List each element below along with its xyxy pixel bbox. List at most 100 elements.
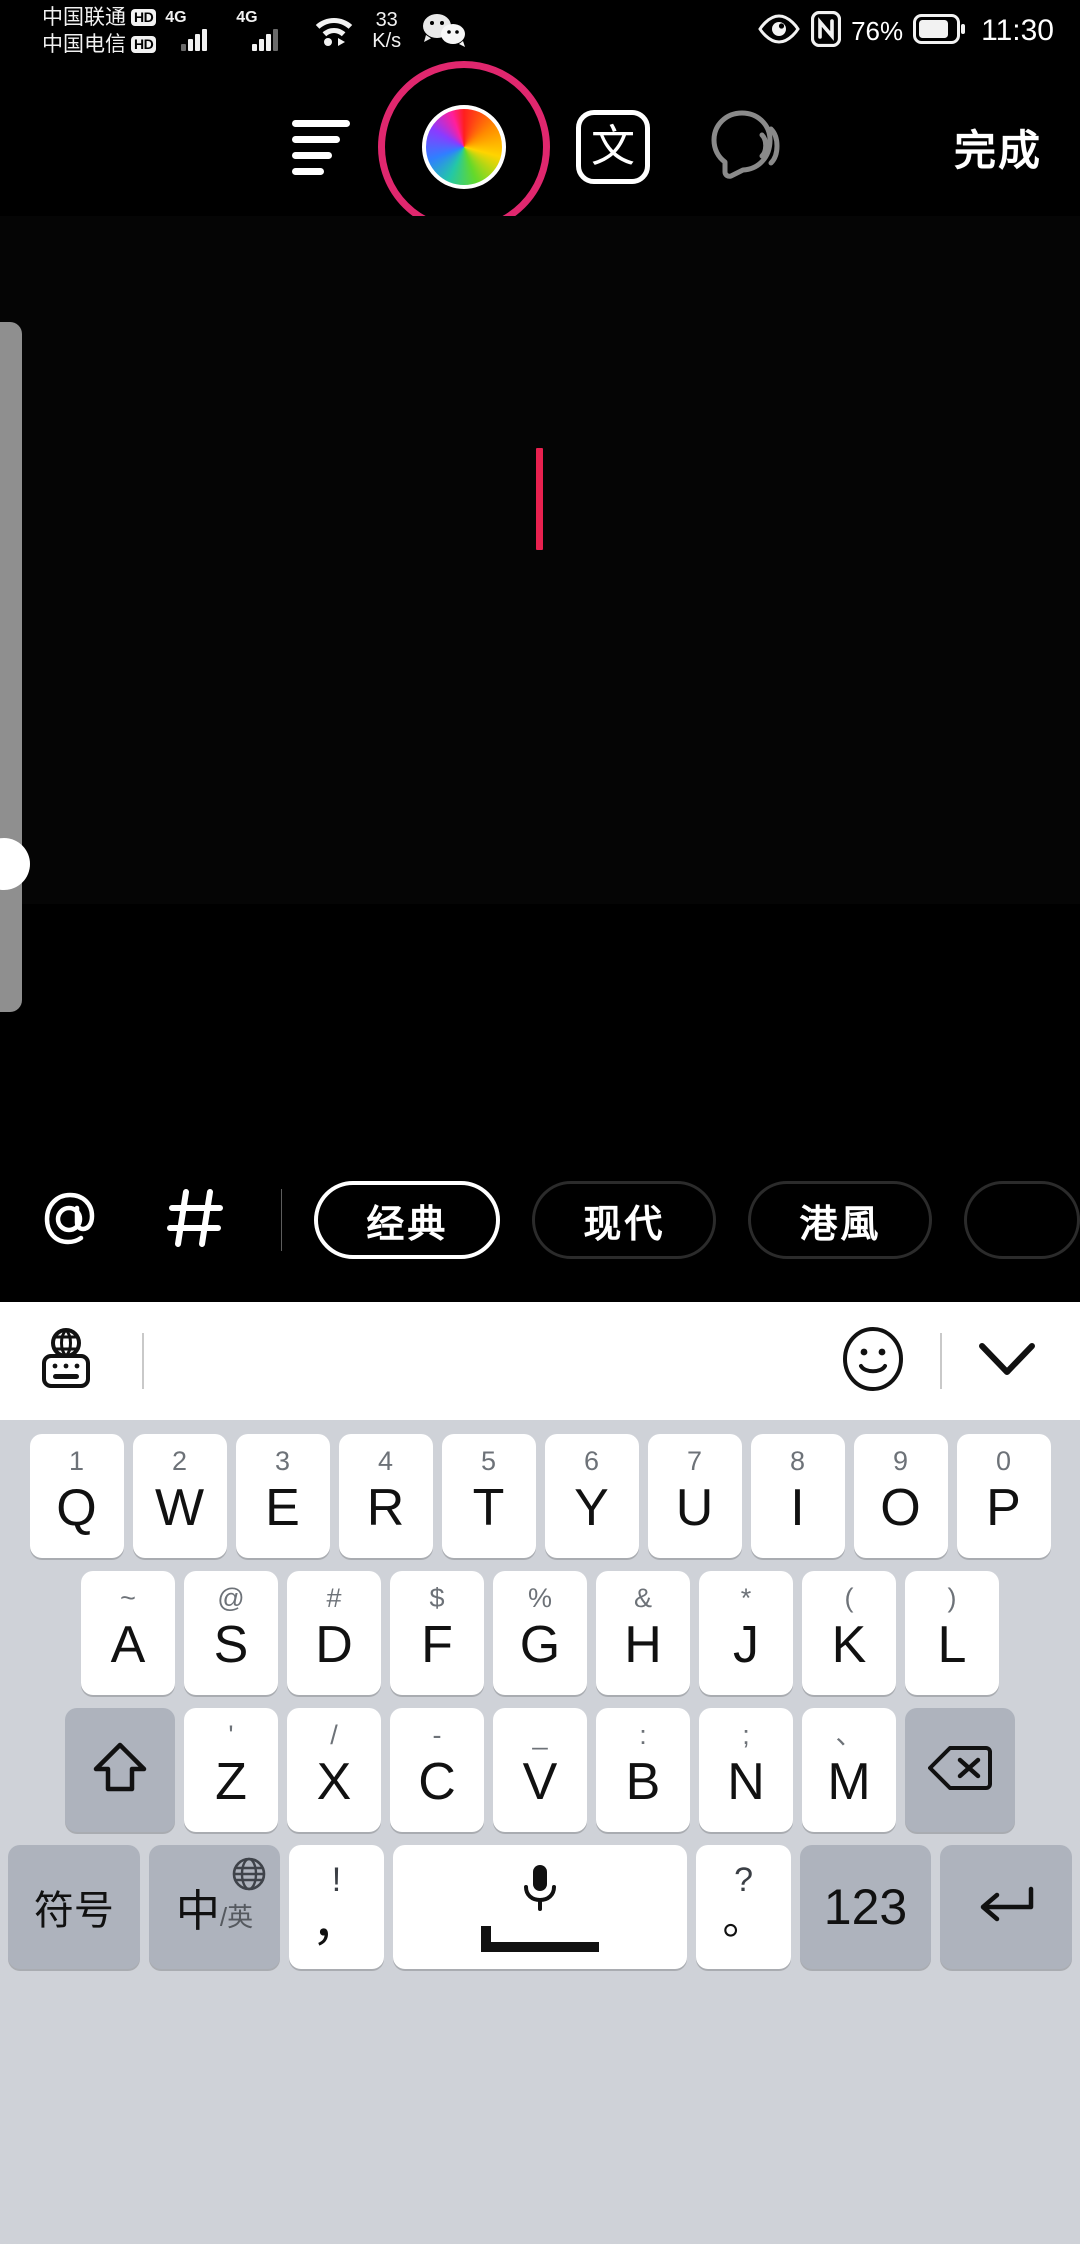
done-button[interactable]: 完成 <box>954 117 1042 178</box>
comma-key-label: ， <box>311 1895 362 1951</box>
style-pill-3-partial[interactable] <box>964 1181 1080 1259</box>
hashtag-button[interactable] <box>155 1174 236 1266</box>
symbols-key[interactable]: 符号 <box>8 1845 140 1969</box>
shift-key[interactable] <box>65 1708 175 1832</box>
key-sup: 8 <box>789 1446 806 1476</box>
key-q[interactable]: 1Q <box>29 1434 124 1558</box>
key-p[interactable]: 0P <box>956 1434 1051 1558</box>
keyboard-toolbar-divider-left <box>142 1333 144 1389</box>
keyboard-toolbar-divider-right <box>940 1333 942 1389</box>
enter-key[interactable] <box>940 1845 1072 1969</box>
signal-icon-2: 4G <box>236 9 298 53</box>
carrier-1-hd-badge: HD <box>131 9 157 26</box>
nfc-icon <box>810 10 842 52</box>
keyboard-row-2: ~ A @ S # D $ F % G & H * J (K ) L <box>0 1571 1080 1695</box>
key-u[interactable]: 7U <box>647 1434 742 1558</box>
globe-icon <box>232 1857 266 1896</box>
key-m[interactable]: 、 M <box>802 1708 896 1832</box>
style-pill-0-label: 经典 <box>366 1203 449 1246</box>
key-sup: 5 <box>480 1446 497 1476</box>
chevron-down-icon[interactable] <box>976 1338 1038 1385</box>
key-v[interactable]: _ V <box>493 1708 587 1832</box>
key-w[interactable]: 2W <box>132 1434 227 1558</box>
network-speed-value: 33 <box>375 9 398 31</box>
key-f[interactable]: $ F <box>390 1571 484 1695</box>
key-label: B <box>625 1753 661 1811</box>
keyboard-row-4: 符号 中/英 ! ， ? 。 123 <box>0 1845 1080 1969</box>
key-a[interactable]: ~ A <box>81 1571 175 1695</box>
text-align-button[interactable] <box>290 116 352 178</box>
space-underline <box>481 1925 599 1952</box>
key-x[interactable]: / X <box>287 1708 381 1832</box>
style-pill-0[interactable]: 经典 <box>314 1181 501 1259</box>
key-sup: ' <box>228 1720 234 1750</box>
key-label: F <box>421 1616 453 1674</box>
enter-icon <box>975 1883 1037 1932</box>
key-label: L <box>937 1616 967 1674</box>
key-b[interactable]: :B <box>596 1708 690 1832</box>
key-o[interactable]: 9O <box>853 1434 948 1558</box>
key-label: C <box>418 1753 456 1811</box>
language-switch-key[interactable]: 中/英 <box>148 1845 281 1969</box>
status-bar-clock: 11:30 <box>981 14 1054 47</box>
key-l[interactable]: ) L <box>905 1571 999 1695</box>
key-sup: _ <box>532 1720 548 1750</box>
key-sup: 7 <box>686 1446 703 1476</box>
style-bar: 经典 现代 港風 <box>0 1140 1080 1300</box>
carrier-labels: 中国联通 HD 中国电信 HD <box>42 5 157 58</box>
key-d[interactable]: # D <box>287 1571 381 1695</box>
row2-spacer-right <box>1008 1571 1042 1695</box>
key-sup: : <box>639 1720 647 1750</box>
key-h[interactable]: & H <box>596 1571 690 1695</box>
key-label: Q <box>56 1479 97 1537</box>
emoji-smiley-icon[interactable] <box>840 1326 906 1397</box>
key-j[interactable]: * J <box>699 1571 793 1695</box>
text-to-speech-button[interactable] <box>700 104 786 190</box>
space-key[interactable] <box>392 1845 688 1969</box>
key-s[interactable]: @ S <box>184 1571 278 1695</box>
wechat-icon <box>422 11 466 52</box>
text-style-button[interactable]: 文 <box>576 110 650 184</box>
key-e[interactable]: 3E <box>235 1434 330 1558</box>
color-picker-button[interactable] <box>378 61 550 233</box>
battery-icon <box>913 13 966 49</box>
period-key-label: 。 <box>722 1896 765 1943</box>
style-pill-2[interactable]: 港風 <box>748 1181 933 1259</box>
style-bar-divider <box>280 1189 283 1251</box>
key-z[interactable]: ' Z <box>184 1708 278 1832</box>
globe-keyboard-icon[interactable] <box>34 1326 98 1397</box>
key-t[interactable]: 5T <box>441 1434 536 1558</box>
symbols-key-label: 符号 <box>33 1889 114 1933</box>
numeric-key[interactable]: 123 <box>799 1845 932 1969</box>
key-sup: 2 <box>171 1446 188 1476</box>
key-c[interactable]: -C <box>390 1708 484 1832</box>
size-slider-track[interactable] <box>0 322 22 1012</box>
key-sup: / <box>330 1720 338 1750</box>
editor-toolbar: 文 完成 <box>0 61 1080 233</box>
keyboard-row-3: ' Z / X -C _ V :B ; N 、 M <box>0 1708 1080 1832</box>
key-sup: % <box>527 1583 553 1613</box>
key-label: A <box>110 1616 146 1674</box>
row2-spacer-left <box>38 1571 72 1695</box>
key-g[interactable]: % G <box>493 1571 587 1695</box>
style-pill-1[interactable]: 现代 <box>532 1181 717 1259</box>
wifi-icon <box>313 12 355 51</box>
color-selection-ring <box>378 61 550 233</box>
microphone-icon <box>518 1863 562 1920</box>
carrier-row-1: 中国联通 HD <box>42 5 157 31</box>
comma-key[interactable]: ! ， <box>289 1845 384 1969</box>
key-sup: & <box>633 1583 653 1613</box>
period-key[interactable]: ? 。 <box>696 1845 791 1969</box>
key-label: O <box>880 1479 921 1537</box>
key-n[interactable]: ; N <box>699 1708 793 1832</box>
key-r[interactable]: 4R <box>338 1434 433 1558</box>
mention-button[interactable] <box>28 1174 109 1266</box>
battery-percent: 76% <box>851 15 904 46</box>
language-key-sub: /英 <box>219 1902 254 1932</box>
backspace-key[interactable] <box>905 1708 1015 1832</box>
key-k[interactable]: (K <box>802 1571 896 1695</box>
key-i[interactable]: 8I <box>750 1434 845 1558</box>
key-y[interactable]: 6Y <box>544 1434 639 1558</box>
text-canvas[interactable] <box>0 216 1080 904</box>
eye-comfort-icon <box>757 13 801 49</box>
